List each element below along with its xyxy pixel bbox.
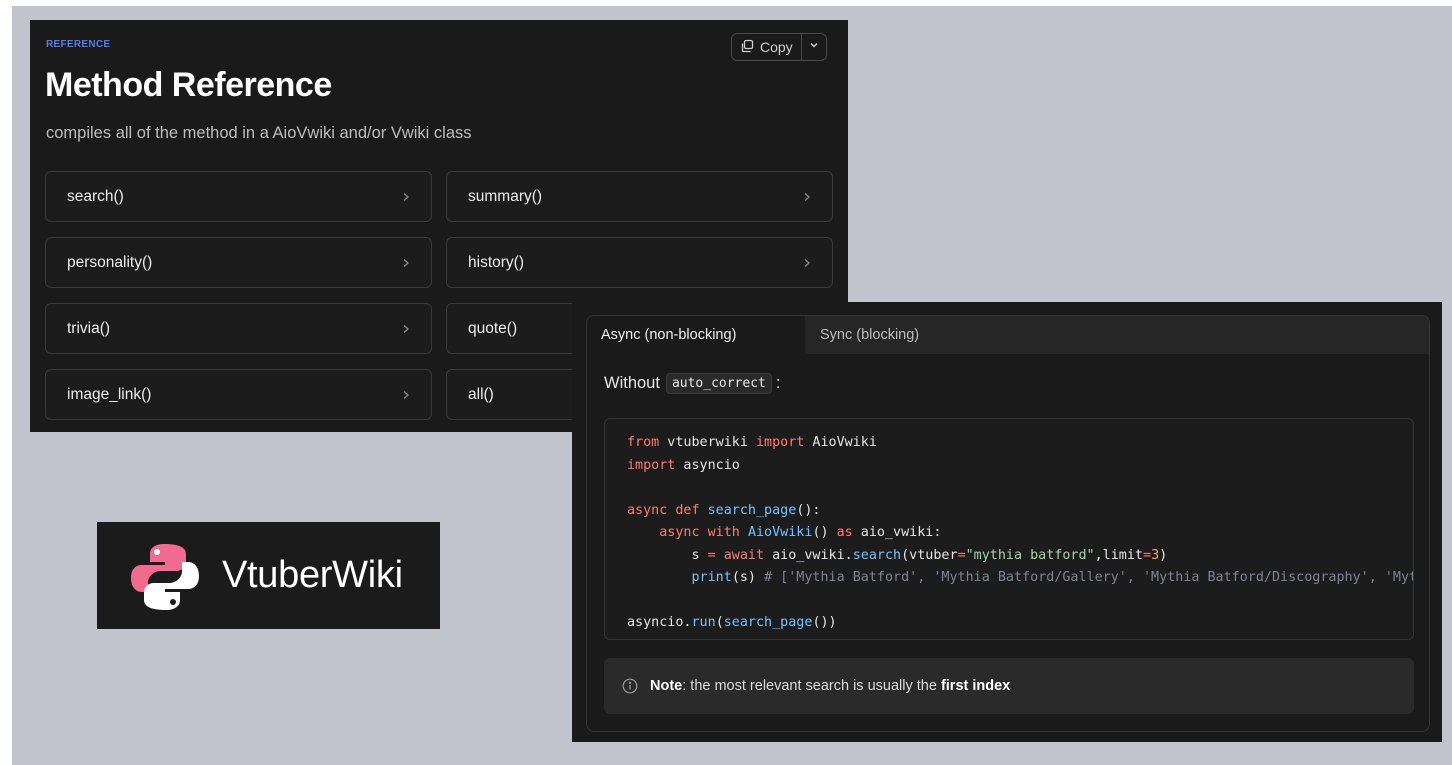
copy-dropdown-button[interactable] xyxy=(802,34,826,60)
method-card-summary[interactable]: summary() xyxy=(446,171,833,222)
note-label: Note xyxy=(650,678,683,694)
method-card-trivia[interactable]: trivia() xyxy=(45,303,432,354)
copy-button-group: Copy xyxy=(731,33,827,61)
code-line: s = await aio_vwiki.search(vtuber="mythi… xyxy=(627,547,1168,563)
section-eyebrow: REFERENCE xyxy=(46,39,111,50)
page-title: Method Reference xyxy=(45,66,332,104)
code-line: asyncio.run(search_page()) xyxy=(627,615,837,630)
info-icon xyxy=(622,678,638,694)
without-prefix: Without xyxy=(604,374,660,392)
chevron-right-icon xyxy=(802,191,812,203)
chevron-right-icon xyxy=(401,191,411,203)
method-label: search() xyxy=(67,187,124,205)
code-block[interactable]: from vtuberwiki import AioVwiki import as… xyxy=(604,418,1414,640)
page-description: compiles all of the method in a AioVwiki… xyxy=(46,124,472,142)
note-text: Note: the most relevant search is usuall… xyxy=(650,678,1010,694)
method-label: trivia() xyxy=(67,319,111,337)
method-label: quote() xyxy=(468,319,518,337)
tab-async[interactable]: Async (non-blocking) xyxy=(587,316,805,354)
code-line: from vtuberwiki import AioVwiki xyxy=(627,435,877,450)
vtuberwiki-logo: VtuberWiki xyxy=(97,522,440,629)
without-heading: Without auto_correct : xyxy=(604,373,780,394)
copy-icon xyxy=(740,39,754,56)
note-emphasis: first index xyxy=(940,678,1011,694)
python-logo-icon xyxy=(130,542,200,617)
method-card-image-link[interactable]: image_link() xyxy=(45,369,432,420)
code-line: print(s) # ['Mythia Batford', 'Mythia Ba… xyxy=(691,570,1414,585)
method-label: personality() xyxy=(67,253,153,271)
chevron-right-icon xyxy=(401,323,411,335)
code-line: import asyncio xyxy=(627,457,740,473)
without-suffix: : xyxy=(775,374,781,392)
method-card-search[interactable]: search() xyxy=(45,171,432,222)
method-label: all() xyxy=(468,385,494,403)
chevron-right-icon xyxy=(401,389,411,401)
method-card-personality[interactable]: personality() xyxy=(45,237,432,288)
tab-bar: Async (non-blocking) Sync (blocking) xyxy=(587,316,1429,354)
code-tabs-frame: Async (non-blocking) Sync (blocking) Wit… xyxy=(586,315,1430,732)
method-label: history() xyxy=(468,253,524,271)
method-label: summary() xyxy=(468,187,543,205)
method-card-history[interactable]: history() xyxy=(446,237,833,288)
copy-label: Copy xyxy=(760,39,793,55)
chevron-right-icon xyxy=(401,257,411,269)
note-body: : the most relevant search is usually th… xyxy=(682,678,941,694)
code-example-panel: Async (non-blocking) Sync (blocking) Wit… xyxy=(572,302,1442,742)
code-line: async def search_page(): xyxy=(627,502,821,518)
method-label: image_link() xyxy=(67,385,152,403)
logo-text: VtuberWiki xyxy=(222,554,403,596)
code-line: async with AioVwiki() as aio_vwiki: xyxy=(659,525,942,540)
code-text: from vtuberwiki import AioVwiki import as… xyxy=(627,432,1414,635)
copy-button[interactable]: Copy xyxy=(732,34,801,60)
note-callout: Note: the most relevant search is usuall… xyxy=(604,658,1414,714)
inline-code: auto_correct xyxy=(665,373,772,394)
tab-sync[interactable]: Sync (blocking) xyxy=(805,316,919,354)
chevron-down-icon xyxy=(808,38,820,56)
chevron-right-icon xyxy=(802,257,812,269)
